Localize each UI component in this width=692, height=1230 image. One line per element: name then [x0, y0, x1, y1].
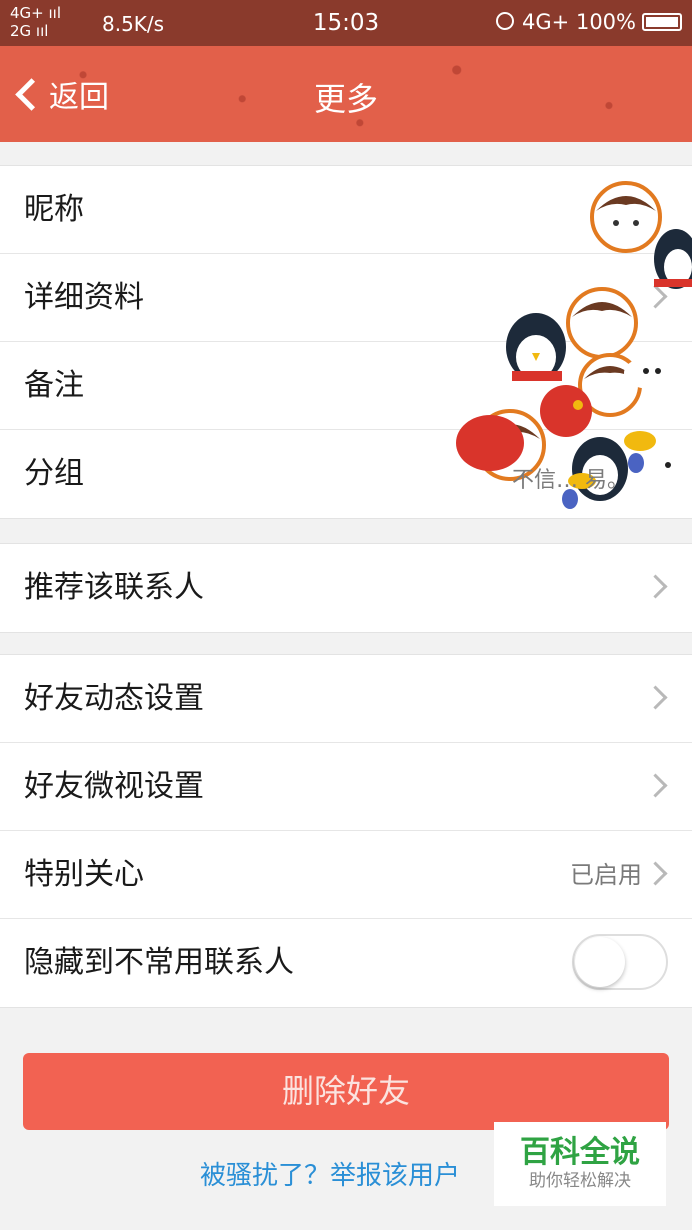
network-type: 4G+ [522, 10, 570, 34]
recommend-group: 推荐该联系人 [0, 543, 692, 633]
recommend-label: 推荐该联系人 [24, 570, 204, 605]
chevron-right-icon [643, 685, 668, 710]
penguin-sticker-icon [654, 229, 692, 289]
network-right: 4G+ 100% [522, 10, 636, 34]
special-care-status: 已启用 [570, 861, 642, 889]
report-user-link[interactable]: 被骚扰了？举报该用户 [200, 1155, 460, 1192]
alarm-icon [496, 12, 514, 30]
hide-contact-label: 隐藏到不常用联系人 [24, 945, 294, 980]
weishi-settings-row[interactable]: 好友微视设置 [0, 743, 692, 831]
hide-contact-toggle[interactable] [572, 934, 668, 990]
chevron-right-icon [643, 574, 668, 599]
status-bar: 4G+ ııl 2G ııl 8.5K/s 15:03 4G+ 100% [0, 0, 692, 46]
weishi-settings-label: 好友微视设置 [24, 769, 204, 804]
feed-settings-row[interactable]: 好友动态设置 [0, 655, 692, 743]
recommend-row[interactable]: 推荐该联系人 [0, 544, 692, 632]
nickname-label: 昵称 [24, 192, 84, 227]
face-sticker-icon [566, 287, 638, 359]
feed-settings-label: 好友动态设置 [24, 681, 204, 716]
hide-contact-row: 隐藏到不常用联系人 [0, 919, 692, 1007]
group-label: 分组 [24, 456, 84, 491]
watermark-logo: 百科全说 助你轻松解决 [494, 1122, 666, 1206]
delete-friend-button[interactable]: 删除好友 [23, 1053, 669, 1130]
special-care-row[interactable]: 特别关心 已启用 [0, 831, 692, 919]
chevron-right-icon [643, 773, 668, 798]
battery-icon [642, 13, 682, 31]
polar-bear-sticker-icon [624, 357, 684, 475]
page-title: 更多 [313, 80, 378, 118]
chevron-right-icon [643, 861, 668, 886]
remark-label: 备注 [24, 368, 84, 403]
watermark-title: 百科全说 [520, 1135, 640, 1170]
special-care-label: 特别关心 [24, 857, 144, 892]
penguin-sticker-icon [506, 313, 566, 381]
group-value: 不信… 易。 [512, 468, 629, 493]
face-sticker-icon [590, 181, 662, 253]
watermark-subtitle: 助你轻松解决 [529, 1171, 631, 1191]
details-label: 详细资料 [24, 280, 144, 315]
settings-group: 好友动态设置 好友微视设置 特别关心 已启用 隐藏到不常用联系人 [0, 654, 692, 1008]
nav-bar: 返回 更多 [0, 46, 692, 142]
battery-percent: 100% [575, 10, 636, 34]
toggle-knob [575, 937, 625, 987]
